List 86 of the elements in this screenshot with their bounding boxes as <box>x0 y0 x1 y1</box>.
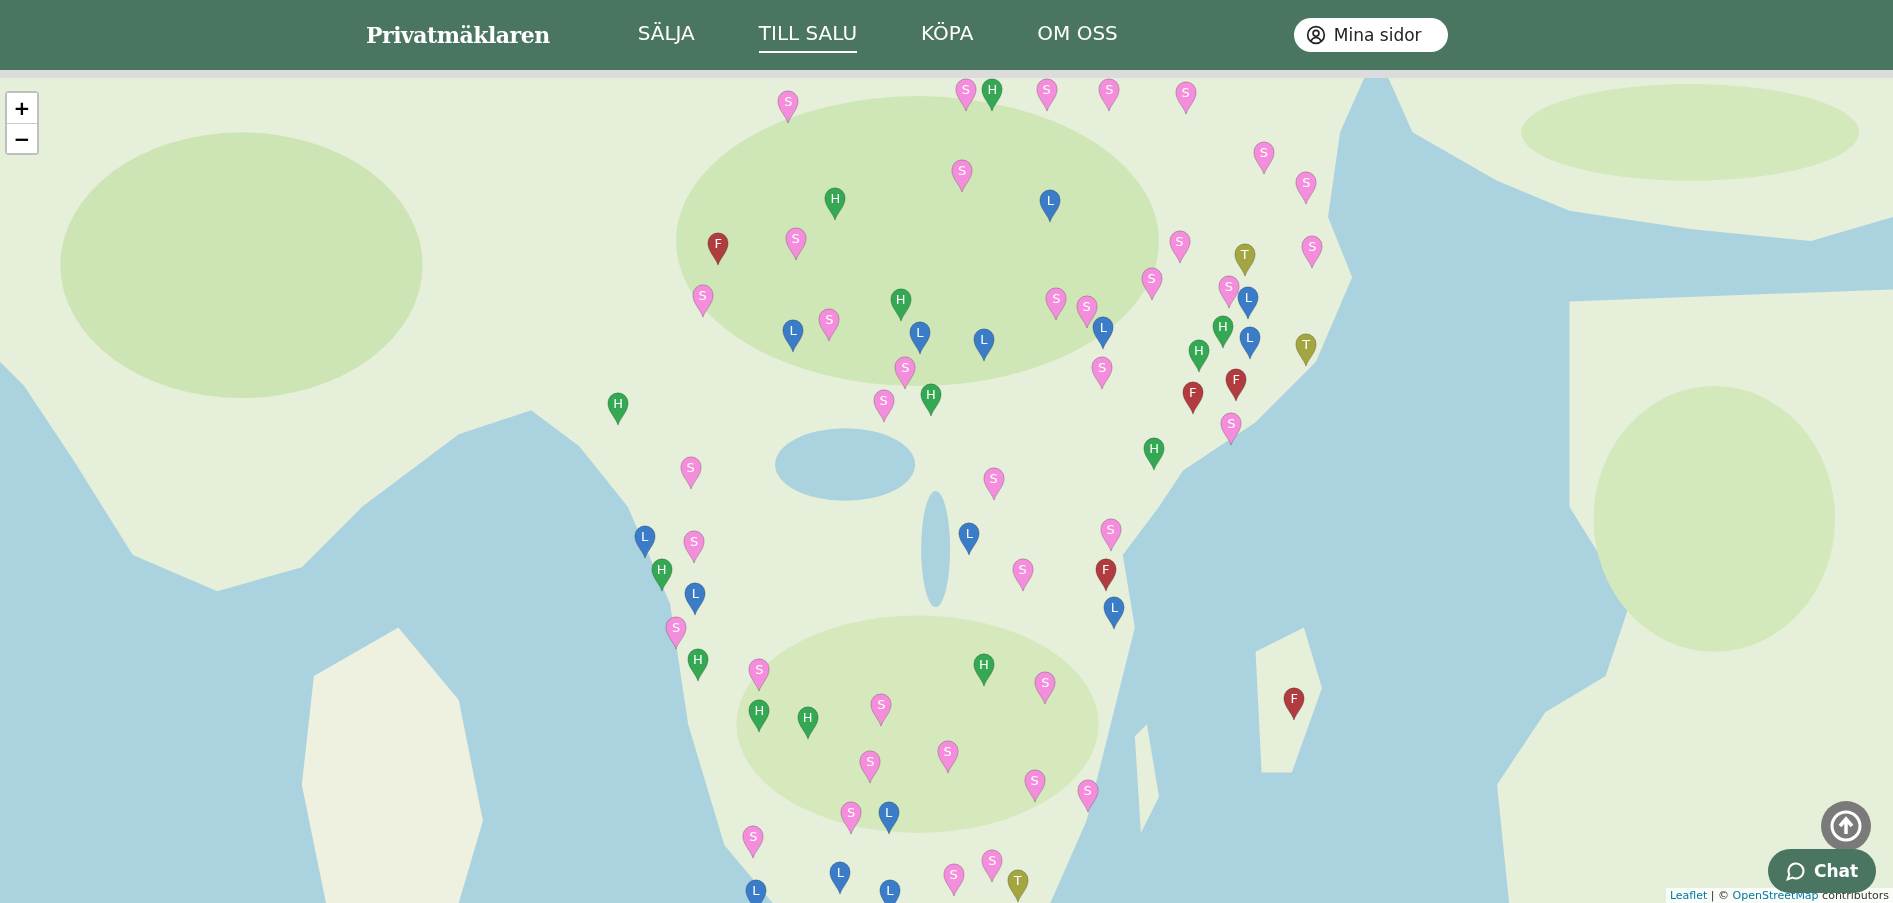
map-marker[interactable]: H <box>607 392 630 427</box>
arrow-up-icon <box>1829 809 1863 843</box>
attribution-separator: | © <box>1709 889 1731 902</box>
map-marker[interactable]: L <box>1092 316 1115 351</box>
map-marker[interactable]: S <box>1140 266 1163 301</box>
map-marker[interactable]: S <box>777 90 800 125</box>
map-marker[interactable]: S <box>936 740 959 775</box>
map-marker[interactable]: L <box>1039 189 1062 224</box>
map-marker[interactable]: S <box>870 693 893 728</box>
map-marker[interactable]: H <box>981 78 1004 113</box>
map-marker[interactable]: S <box>872 388 895 423</box>
leaflet-link[interactable]: Leaflet <box>1669 889 1708 902</box>
map-marker[interactable]: S <box>683 530 706 565</box>
map-marker[interactable]: H <box>650 557 673 592</box>
map-marker[interactable]: L <box>782 318 805 353</box>
map-marker[interactable]: T <box>1295 333 1318 368</box>
map-marker[interactable]: S <box>748 658 771 693</box>
nav-link[interactable]: KÖPA <box>921 17 974 53</box>
map-marker[interactable]: S <box>1035 78 1058 113</box>
map-marker[interactable]: H <box>686 648 709 683</box>
map-marker[interactable]: S <box>691 283 714 318</box>
map-marker[interactable]: H <box>1143 437 1166 472</box>
map-marker[interactable]: S <box>1045 287 1068 322</box>
map-marker[interactable]: S <box>1099 517 1122 552</box>
map-marker[interactable]: L <box>908 321 931 356</box>
map-marker[interactable]: S <box>1091 356 1114 391</box>
map-marker[interactable]: S <box>981 848 1004 883</box>
map-marker[interactable]: S <box>1218 275 1240 310</box>
map-marker[interactable]: S <box>742 824 765 859</box>
map-marker[interactable]: H <box>824 187 847 221</box>
map-marker[interactable]: H <box>972 653 995 688</box>
map-marker[interactable]: H <box>919 382 942 417</box>
map-marker[interactable]: S <box>1295 171 1318 206</box>
nav-link[interactable]: SÄLJA <box>637 17 695 53</box>
map-marker[interactable]: L <box>972 328 995 363</box>
zoom-out-button[interactable]: − <box>7 123 37 153</box>
map-marker[interactable]: L <box>958 521 981 556</box>
map-marker[interactable]: S <box>1023 769 1046 804</box>
map-marker[interactable]: F <box>1225 368 1248 403</box>
map-marker[interactable]: F <box>707 231 730 266</box>
map-marker[interactable]: S <box>679 456 702 491</box>
map-marker[interactable]: L <box>878 879 901 903</box>
map-marker[interactable]: S <box>818 307 841 342</box>
map-marker[interactable]: L <box>633 525 656 560</box>
map-marker[interactable]: H <box>796 706 819 741</box>
map-marker[interactable]: H <box>1211 315 1234 350</box>
map-marker[interactable]: L <box>877 800 900 835</box>
map-marker[interactable]: H <box>1187 339 1210 374</box>
map-marker[interactable]: L <box>1237 286 1260 321</box>
map-marker[interactable]: S <box>665 615 688 650</box>
map-marker[interactable]: S <box>1301 235 1324 270</box>
map-marker[interactable]: L <box>829 861 852 895</box>
map-marker[interactable]: S <box>1076 778 1099 813</box>
map-marker[interactable]: S <box>1034 671 1057 706</box>
map-marker[interactable]: L <box>744 879 767 903</box>
map-marker[interactable]: S <box>951 159 974 194</box>
map-marker[interactable]: S <box>894 356 917 391</box>
map-marker[interactable]: S <box>859 749 882 784</box>
map-marker[interactable]: S <box>1168 230 1191 265</box>
account-button[interactable]: Mina sidor <box>1293 18 1448 52</box>
map-marker[interactable]: S <box>1174 80 1197 115</box>
map-marker[interactable]: S <box>942 863 965 898</box>
nav-link[interactable]: TILL SALU <box>758 17 858 53</box>
map-marker[interactable]: H <box>748 699 771 734</box>
map-marker[interactable]: S <box>784 226 807 261</box>
user-icon <box>1305 25 1326 45</box>
site-logo[interactable]: Privatmäklaren <box>366 22 550 48</box>
map-marker[interactable]: H <box>889 288 912 323</box>
speech-bubble-icon <box>1785 861 1806 881</box>
map-marker[interactable]: F <box>1181 381 1204 416</box>
map-marker[interactable]: S <box>1075 294 1098 329</box>
map-marker[interactable]: S <box>840 800 863 835</box>
map-marker[interactable]: L <box>684 581 707 616</box>
map-marker[interactable]: S <box>954 78 977 113</box>
map-marker[interactable]: L <box>1238 325 1261 360</box>
map-marker[interactable]: L <box>1103 596 1126 631</box>
map-marker[interactable]: S <box>1253 141 1275 176</box>
map-marker[interactable]: F <box>1283 687 1306 722</box>
map-marker[interactable]: S <box>982 467 1005 502</box>
map-marker[interactable]: S <box>1220 411 1243 446</box>
map-marker[interactable]: T <box>1233 242 1256 277</box>
nav-link[interactable]: OM OSS <box>1037 17 1118 53</box>
map-marker[interactable]: S <box>1011 557 1034 592</box>
map-marker[interactable]: F <box>1094 557 1117 592</box>
map-marker[interactable]: S <box>1098 78 1121 113</box>
map-marker[interactable]: T <box>1006 869 1029 903</box>
